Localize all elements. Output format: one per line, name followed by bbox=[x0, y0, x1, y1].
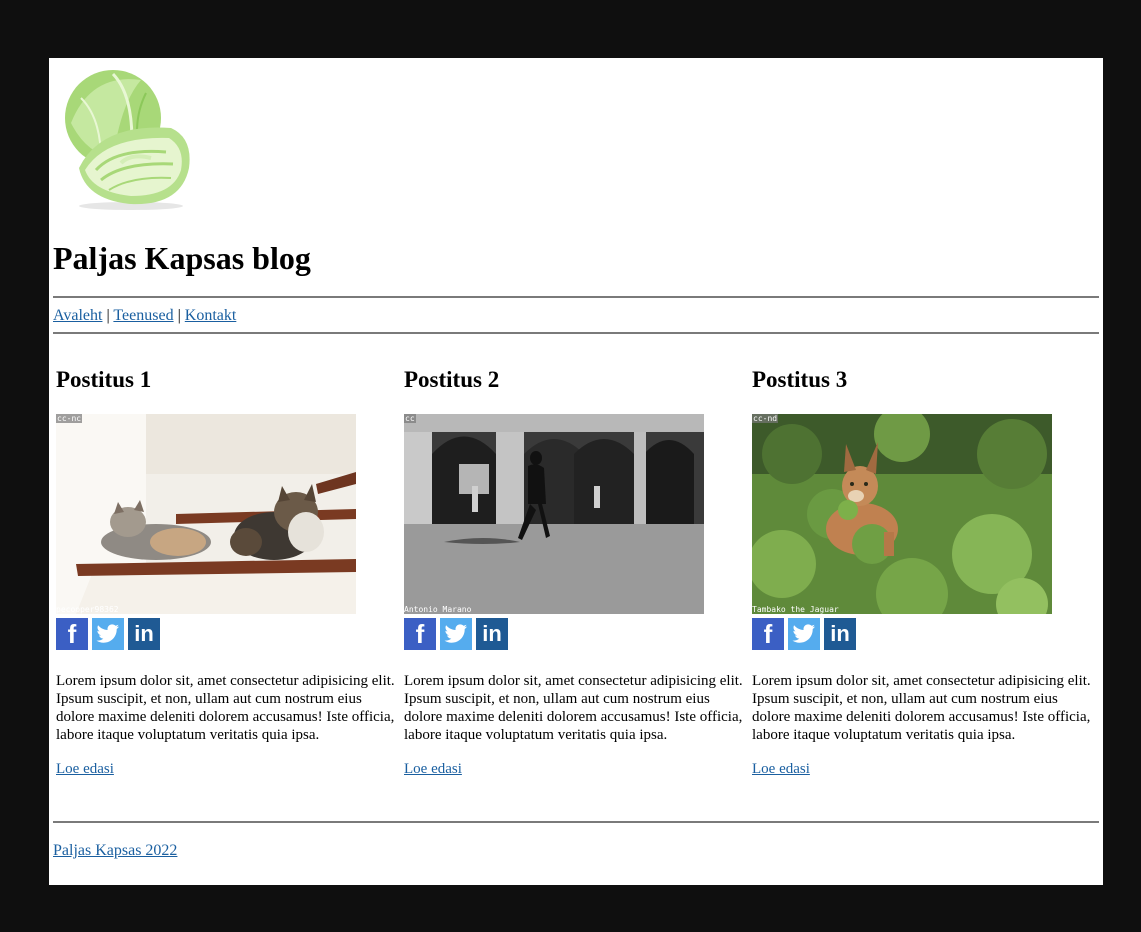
divider bbox=[53, 821, 1099, 823]
footer-link[interactable]: Paljas Kapsas 2022 bbox=[53, 842, 177, 859]
facebook-glyph: f bbox=[415, 618, 425, 649]
twitter-icon[interactable] bbox=[440, 618, 472, 650]
post-card: Postitus 1 cc-nc pecooper98362 f in Lore… bbox=[56, 358, 401, 778]
post-title: Postitus 3 bbox=[752, 367, 848, 392]
post-image-street: cc Antonio Marano bbox=[404, 414, 704, 614]
facebook-glyph: f bbox=[763, 618, 773, 649]
linkedin-icon[interactable]: in bbox=[476, 618, 508, 650]
social-share-bar: f in bbox=[752, 618, 1097, 650]
read-more-link[interactable]: Loe edasi bbox=[56, 760, 401, 778]
post-title: Postitus 1 bbox=[56, 367, 152, 392]
footer: Paljas Kapsas 2022 bbox=[53, 841, 177, 861]
page-container: Paljas Kapsas blog Avaleht | Teenused | … bbox=[49, 58, 1103, 885]
post-excerpt: Lorem ipsum dolor sit, amet consectetur … bbox=[56, 673, 395, 743]
post-excerpt: Lorem ipsum dolor sit, amet consectetur … bbox=[404, 673, 743, 743]
linkedin-icon[interactable]: in bbox=[824, 618, 856, 650]
cabbage-logo-icon bbox=[61, 68, 193, 210]
post-image-lynx: cc-nd Tambako the Jaguar bbox=[752, 414, 1052, 614]
image-license-label: cc bbox=[404, 414, 416, 423]
divider bbox=[53, 332, 1099, 334]
image-license-label: cc-nd bbox=[752, 414, 779, 423]
social-share-bar: f in bbox=[56, 618, 401, 650]
read-more-link[interactable]: Loe edasi bbox=[752, 760, 1097, 778]
post-excerpt: Lorem ipsum dolor sit, amet consectetur … bbox=[752, 673, 1091, 743]
nav-separator: | bbox=[106, 307, 110, 324]
image-credit: pecooper98362 bbox=[56, 605, 119, 614]
linkedin-glyph: in bbox=[134, 621, 154, 646]
read-more-link[interactable]: Loe edasi bbox=[404, 760, 749, 778]
social-share-bar: f in bbox=[404, 618, 749, 650]
image-credit: Antonio Marano bbox=[404, 605, 472, 614]
facebook-glyph: f bbox=[67, 618, 77, 649]
facebook-icon[interactable]: f bbox=[404, 618, 436, 650]
facebook-icon[interactable]: f bbox=[752, 618, 784, 650]
main-nav: Avaleht | Teenused | Kontakt bbox=[53, 306, 236, 326]
nav-separator: | bbox=[177, 307, 181, 324]
nav-link-teenused[interactable]: Teenused bbox=[113, 307, 173, 324]
image-license-label: cc-nc bbox=[56, 414, 83, 423]
twitter-icon[interactable] bbox=[788, 618, 820, 650]
post-card: Postitus 2 cc Antonio Marano f in Lorem … bbox=[404, 358, 749, 778]
divider bbox=[53, 296, 1099, 298]
linkedin-glyph: in bbox=[482, 621, 502, 646]
nav-link-kontakt[interactable]: Kontakt bbox=[185, 307, 237, 324]
linkedin-icon[interactable]: in bbox=[128, 618, 160, 650]
nav-link-avaleht[interactable]: Avaleht bbox=[53, 307, 102, 324]
linkedin-glyph: in bbox=[830, 621, 850, 646]
post-title: Postitus 2 bbox=[404, 367, 500, 392]
site-title: Paljas Kapsas blog bbox=[53, 240, 311, 276]
twitter-icon[interactable] bbox=[92, 618, 124, 650]
post-image-cats: cc-nc pecooper98362 bbox=[56, 414, 356, 614]
facebook-icon[interactable]: f bbox=[56, 618, 88, 650]
image-credit: Tambako the Jaguar bbox=[752, 605, 839, 614]
post-card: Postitus 3 cc-nd Tambako the Jaguar f in… bbox=[752, 358, 1097, 778]
